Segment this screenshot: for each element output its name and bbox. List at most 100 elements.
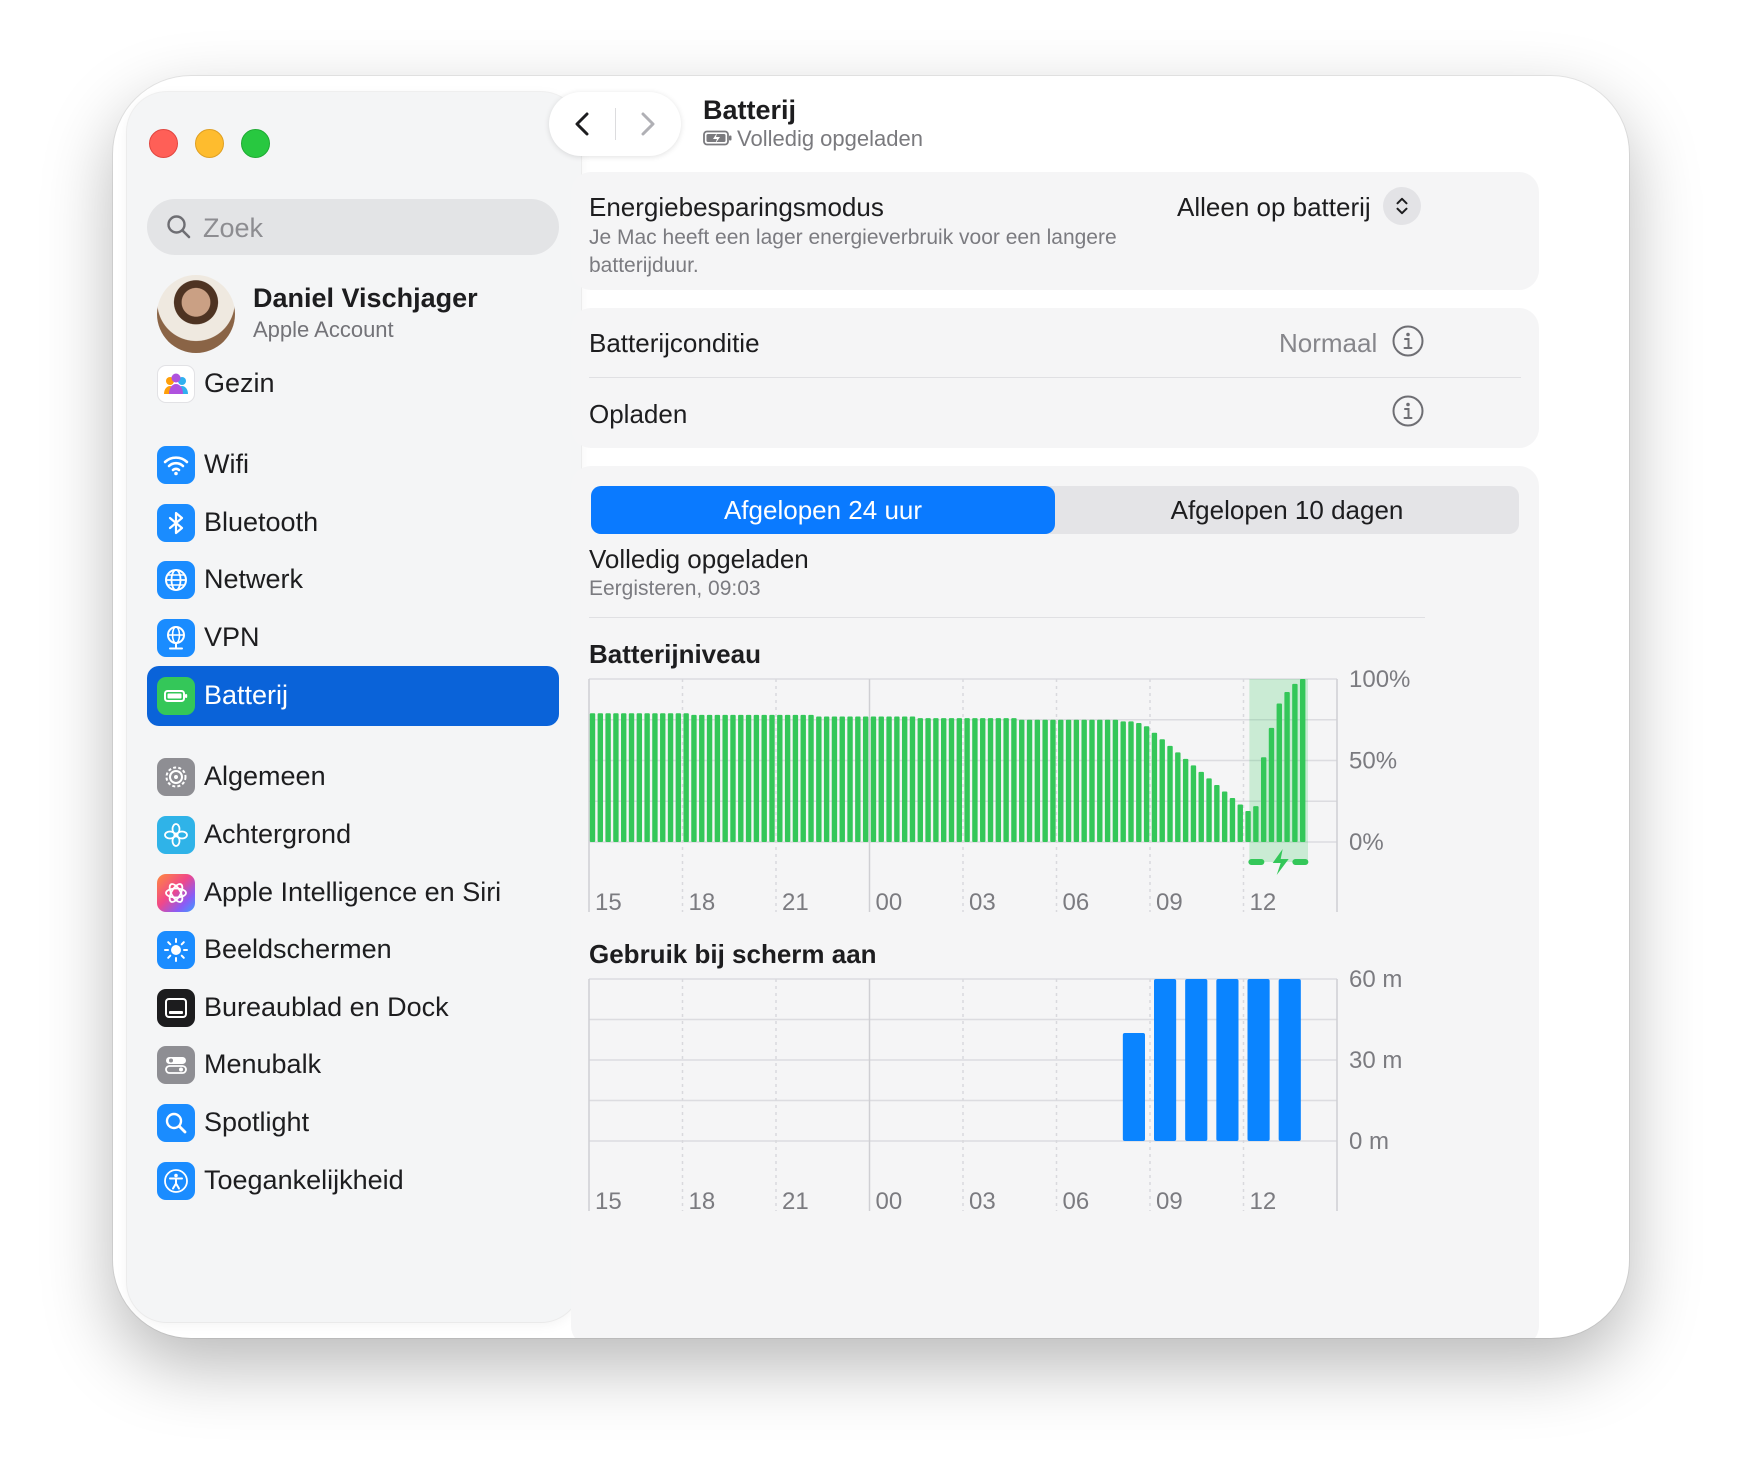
battery-level-bar [675, 713, 682, 842]
apple-account-item[interactable]: Daniel Vischjager Apple Account [157, 275, 561, 355]
search-field[interactable]: Zoek [147, 199, 559, 255]
battery-level-bar [636, 713, 643, 842]
info-icon[interactable] [1391, 394, 1425, 428]
network-globe-icon [157, 561, 195, 599]
battery-level-bar [1034, 719, 1041, 842]
wifi-icon [157, 446, 195, 484]
y-tick-label: 0% [1349, 829, 1384, 856]
tab-last-10-days[interactable]: Afgelopen 10 dagen [1055, 486, 1519, 534]
dock-icon [157, 989, 195, 1027]
sidebar-item-beeldschermen[interactable]: Beeldschermen [147, 920, 559, 980]
battery-level-bar [621, 713, 627, 842]
charging-label: Opladen [589, 399, 688, 429]
battery-level-bar [738, 714, 744, 842]
accessibility-icon [157, 1162, 195, 1200]
bluetooth-icon [157, 504, 195, 542]
battery-level-chart: 15 18 21 00 03 06 09 12 100% 50% 0% [588, 666, 1410, 916]
battery-level-bar [1198, 771, 1204, 842]
battery-level-bar [660, 713, 666, 842]
battery-level-bar [1268, 727, 1275, 842]
battery-level-bar [956, 718, 963, 842]
battery-level-bar [1019, 719, 1025, 842]
x-tick-label: 03 [969, 889, 996, 916]
x-tick-label: 00 [876, 1188, 903, 1215]
page-title: Batterij [703, 95, 797, 125]
battery-level-bar [839, 716, 845, 842]
sidebar-item-label: Batterij [204, 680, 289, 710]
x-tick-label: 15 [595, 1188, 622, 1215]
screen-usage-bar [1278, 979, 1301, 1141]
info-icon[interactable] [1391, 324, 1425, 358]
battery-level-bar [1190, 765, 1197, 842]
battery-level-bar [1120, 721, 1126, 842]
battery-level-bar [1011, 718, 1017, 842]
battery-level-bar [1026, 719, 1033, 842]
sidebar-item-gezin[interactable]: Gezin [147, 354, 559, 414]
sidebar-item-spotlight[interactable]: Spotlight [147, 1093, 559, 1153]
energy-mode-title: Energiebesparingsmodus [589, 192, 884, 222]
x-tick-label: 09 [1156, 1188, 1183, 1215]
battery-level-bar [1221, 791, 1228, 842]
battery-level-bar [831, 716, 838, 842]
battery-level-bar [667, 713, 674, 842]
minimize-window-button[interactable] [195, 129, 224, 158]
battery-level-bar [1206, 778, 1212, 842]
screen-usage-bar [1154, 979, 1177, 1141]
maximize-window-button[interactable] [241, 129, 270, 158]
forward-chevron-icon[interactable] [629, 106, 665, 142]
screen-usage-bar [1247, 979, 1270, 1141]
battery-condition-value: Normaal [1279, 328, 1378, 358]
family-icon [157, 365, 195, 403]
sidebar-item-bluetooth[interactable]: Bluetooth [147, 493, 559, 553]
sidebar-item-wifi[interactable]: Wifi [147, 435, 559, 495]
sidebar-item-label: Beeldschermen [204, 934, 392, 964]
battery-level-bar [589, 713, 596, 842]
sidebar-item-menubalk[interactable]: Menubalk [147, 1035, 559, 1095]
sidebar-item-algemeen[interactable]: Algemeen [147, 747, 559, 807]
battery-level-bar [722, 714, 728, 842]
profile-subtitle: Apple Account [253, 317, 394, 342]
y-tick-label: 0 m [1349, 1128, 1389, 1155]
battery-level-bar [1151, 732, 1158, 842]
section-divider [589, 617, 1425, 618]
battery-level-bar [613, 713, 619, 842]
battery-condition-label: Batterijconditie [589, 328, 760, 358]
battery-level-bar [1089, 719, 1095, 842]
sidebar-item-bureaublad-dock[interactable]: Bureaublad en Dock [147, 978, 559, 1038]
energy-mode-value[interactable]: Alleen op batterij [1177, 192, 1371, 223]
battery-level-bar [699, 714, 705, 842]
sidebar-item-label: Menubalk [204, 1049, 322, 1079]
battery-level-bar [925, 718, 931, 842]
settings-window: Zoek Daniel Vischjager Apple Account Gez… [113, 76, 1629, 1338]
battery-level-bar [964, 718, 970, 842]
x-tick-label: 00 [876, 889, 903, 916]
battery-level-bar [1237, 804, 1243, 842]
time-range-segmented-control: Afgelopen 24 uur Afgelopen 10 dagen [591, 486, 1519, 534]
close-window-button[interactable] [149, 129, 178, 158]
battery-level-bar [1128, 721, 1134, 842]
screen-usage-bar [1216, 979, 1239, 1141]
battery-level-bar [730, 714, 736, 842]
battery-level-bar [652, 713, 658, 842]
popup-stepper-icon[interactable] [1383, 187, 1421, 225]
sidebar-item-achtergrond[interactable]: Achtergrond [147, 805, 559, 865]
screen-usage-chart: 15 18 21 00 03 06 09 12 60 m 30 m 0 m 26 mrt 27 mrt [588, 966, 1402, 1226]
back-chevron-icon[interactable] [565, 106, 601, 142]
battery-level-bar [1050, 719, 1056, 842]
sidebar-item-label: Bureaublad en Dock [204, 992, 449, 1022]
battery-level-bar [745, 714, 752, 842]
x-tick-label: 12 [1250, 889, 1277, 916]
sidebar-item-batterij[interactable]: Batterij [147, 666, 559, 726]
sidebar-item-apple-intelligence-siri[interactable]: Apple Intelligence en Siri [147, 863, 559, 923]
avatar [157, 275, 235, 353]
sidebar-item-vpn[interactable]: VPN [147, 608, 559, 668]
battery-level-bar [1159, 739, 1165, 842]
sidebar-item-netwerk[interactable]: Netwerk [147, 550, 559, 610]
battery-level-bar [1167, 745, 1173, 842]
sidebar-item-toegankelijkheid[interactable]: Toegankelijkheid [147, 1151, 559, 1211]
tab-last-24-hours[interactable]: Afgelopen 24 uur [591, 486, 1055, 534]
charge-status-title: Volledig opgeladen [589, 544, 809, 574]
battery-level-bar [1058, 719, 1064, 842]
battery-level-bar [1073, 719, 1080, 842]
battery-level-bar [847, 716, 853, 842]
